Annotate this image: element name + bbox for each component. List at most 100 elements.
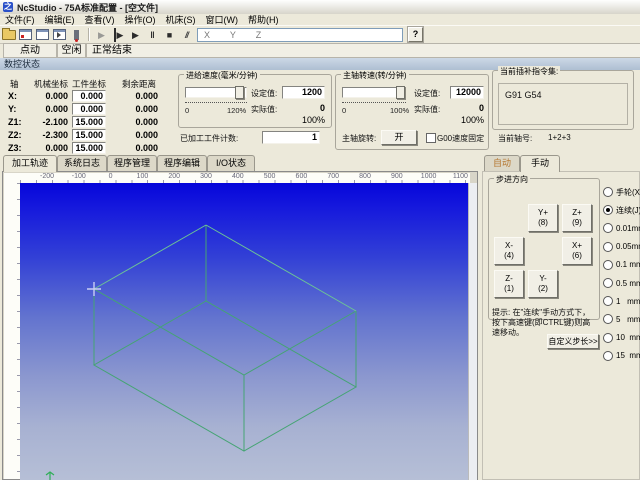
- nc-status-panel: 轴 机械坐标 工件坐标 剩余距离 X: 0.000 0.000 0.000 Y:…: [0, 66, 640, 154]
- step-option-radio[interactable]: 连续(J): [603, 204, 640, 216]
- resume-icon[interactable]: ▶: [94, 28, 109, 42]
- axis-number-value: 1+2+3: [548, 133, 571, 142]
- menu-bar: 文件(F) 编辑(E) 查看(V) 操作(O) 机床(S) 窗口(W) 帮助(H…: [0, 14, 640, 25]
- mech-value: 0.000: [45, 91, 68, 101]
- mech-value: 0.000: [45, 104, 68, 114]
- step-option-radio[interactable]: 0.5 mm: [603, 277, 640, 289]
- xyz-input[interactable]: X Y Z: [197, 27, 403, 42]
- work-coord-field[interactable]: 0.000: [72, 90, 106, 102]
- tab-auto[interactable]: 自动: [484, 155, 520, 171]
- feed-max: 120%: [227, 106, 247, 115]
- g00-checkbox[interactable]: [426, 133, 436, 143]
- workspace-tabs: 加工轨迹 系统日志 程序管理 程序编辑 I/O状态: [0, 155, 480, 172]
- rem-value: 0.000: [135, 104, 158, 114]
- start-icon[interactable]: ▶: [128, 28, 143, 42]
- feed-slider-thumb[interactable]: [235, 86, 244, 99]
- axis-label: Z1:: [8, 117, 22, 127]
- axis-number-label: 当前轴号:: [498, 134, 533, 143]
- spindle-group-title: 主轴转速(转/分钟): [341, 70, 409, 81]
- step-option-radio[interactable]: 5 mm: [603, 313, 640, 325]
- spindle-rotate-label: 主轴旋转:: [342, 134, 377, 143]
- step-option-label: 15 mm: [616, 351, 640, 361]
- rem-value: 0.000: [135, 91, 158, 101]
- step-option-radio[interactable]: 1 mm: [603, 295, 640, 307]
- step-option-radio[interactable]: 15 mm: [603, 350, 640, 362]
- spindle-set-field[interactable]: 12000: [450, 86, 484, 99]
- spindle-slider-thumb[interactable]: [396, 86, 405, 99]
- step-option-radio[interactable]: 0.1 mm: [603, 259, 640, 271]
- mech-value: -2.100: [42, 117, 68, 127]
- spindle-set-label: 设定值:: [414, 89, 441, 98]
- simulate-icon[interactable]: [18, 28, 33, 42]
- step-option-radio[interactable]: 0.01mm: [603, 222, 640, 234]
- step-option-radio[interactable]: 10 mm: [603, 332, 640, 344]
- jog-x-plus-button[interactable]: X+ (6): [562, 237, 592, 265]
- step-option-label: 手轮(X): [616, 187, 640, 197]
- workpiece-count-field[interactable]: 1: [262, 131, 320, 144]
- tab-system-log[interactable]: 系统日志: [57, 155, 107, 171]
- toolbar-separator: [88, 28, 90, 41]
- tab-io-status[interactable]: I/O状态: [207, 155, 255, 171]
- feed-slider-ticks: [185, 102, 247, 105]
- axis-label: Z3:: [8, 143, 22, 153]
- step-option-radio[interactable]: 手轮(X): [603, 186, 640, 198]
- jog-z-minus-button[interactable]: Z- (1): [494, 270, 524, 298]
- ruler-label: 1000: [420, 173, 437, 180]
- block-skip-icon[interactable]: //: [179, 28, 194, 42]
- jog-z-plus-button[interactable]: Z+ (9): [562, 204, 592, 232]
- custom-step-button[interactable]: 自定义步长>>: [547, 334, 599, 349]
- ruler-label: 800: [359, 173, 371, 180]
- tab-program-manage[interactable]: 程序管理: [107, 155, 157, 171]
- interp-value: G91 G54: [505, 90, 542, 100]
- ruler-label: 400: [231, 173, 244, 180]
- toolpath-canvas[interactable]: [20, 183, 470, 480]
- tab-program-edit[interactable]: 程序编辑: [157, 155, 207, 171]
- help-icon[interactable]: ?: [407, 26, 424, 43]
- ruler-label: 600: [295, 173, 308, 180]
- spindle-on-button[interactable]: 开: [381, 130, 417, 145]
- work-coord-field[interactable]: 15.000: [72, 142, 106, 154]
- tool-setting-icon[interactable]: [69, 28, 84, 42]
- feed-set-label: 设定值:: [251, 89, 278, 98]
- work-coord-field[interactable]: 15.000: [72, 116, 106, 128]
- tab-toolpath[interactable]: 加工轨迹: [3, 155, 57, 172]
- window-arrange-icon[interactable]: [52, 28, 67, 42]
- ruler-label: -100: [71, 173, 86, 180]
- step-option-radio[interactable]: 0.05mm: [603, 241, 640, 253]
- jog-x-minus-button[interactable]: X- (4): [494, 237, 524, 265]
- workpiece-count-label: 已加工工件计数:: [180, 134, 239, 143]
- ruler-label: -200: [39, 173, 55, 180]
- col-rem: 剩余距离: [122, 79, 157, 89]
- radio-icon: [603, 241, 613, 252]
- wireframe-box: [45, 224, 358, 480]
- step-icon[interactable]: ▶: [111, 27, 126, 42]
- ruler-label: 700: [327, 173, 340, 180]
- spindle-min: 0: [342, 106, 347, 115]
- window-title: NcStudio - 75A标准配置 - [空文件]: [17, 2, 158, 13]
- mech-value: -2.300: [42, 130, 68, 140]
- stop-icon[interactable]: ■: [162, 28, 177, 42]
- col-work: 工件坐标: [72, 79, 107, 89]
- step-option-label: 0.01mm: [616, 223, 640, 233]
- jog-y-minus-button[interactable]: Y- (2): [528, 270, 558, 298]
- jog-y-plus-button[interactable]: Y+ (8): [528, 204, 558, 232]
- radio-icon: [603, 187, 613, 197]
- radio-icon: [603, 278, 613, 288]
- view-window-icon[interactable]: [35, 28, 50, 42]
- feed-percent: 100%: [301, 115, 325, 125]
- control-tabs: 自动 手动: [482, 155, 640, 172]
- work-coord-field[interactable]: 15.000: [72, 129, 106, 141]
- axis-label: Y:: [8, 104, 17, 114]
- spindle-group: 主轴转速(转/分钟) 0 100% 设定值: 12000 实际值: 0 100%…: [335, 70, 489, 150]
- step-option-label: 1 mm: [616, 296, 640, 306]
- work-coord-field[interactable]: 0.000: [72, 103, 106, 115]
- step-option-label: 0.05mm: [616, 242, 640, 252]
- feed-set-field[interactable]: 1200: [282, 86, 325, 99]
- feed-min: 0: [185, 106, 190, 115]
- tab-manual[interactable]: 手动: [520, 155, 560, 172]
- vertical-scrollbar[interactable]: [468, 183, 477, 480]
- pause-icon[interactable]: ‖: [145, 28, 160, 42]
- open-file-icon[interactable]: [1, 27, 16, 42]
- ncstudio-window: 之 NcStudio - 75A标准配置 - [空文件] 文件(F) 编辑(E)…: [0, 0, 640, 480]
- step-option-label: 10 mm: [616, 333, 640, 343]
